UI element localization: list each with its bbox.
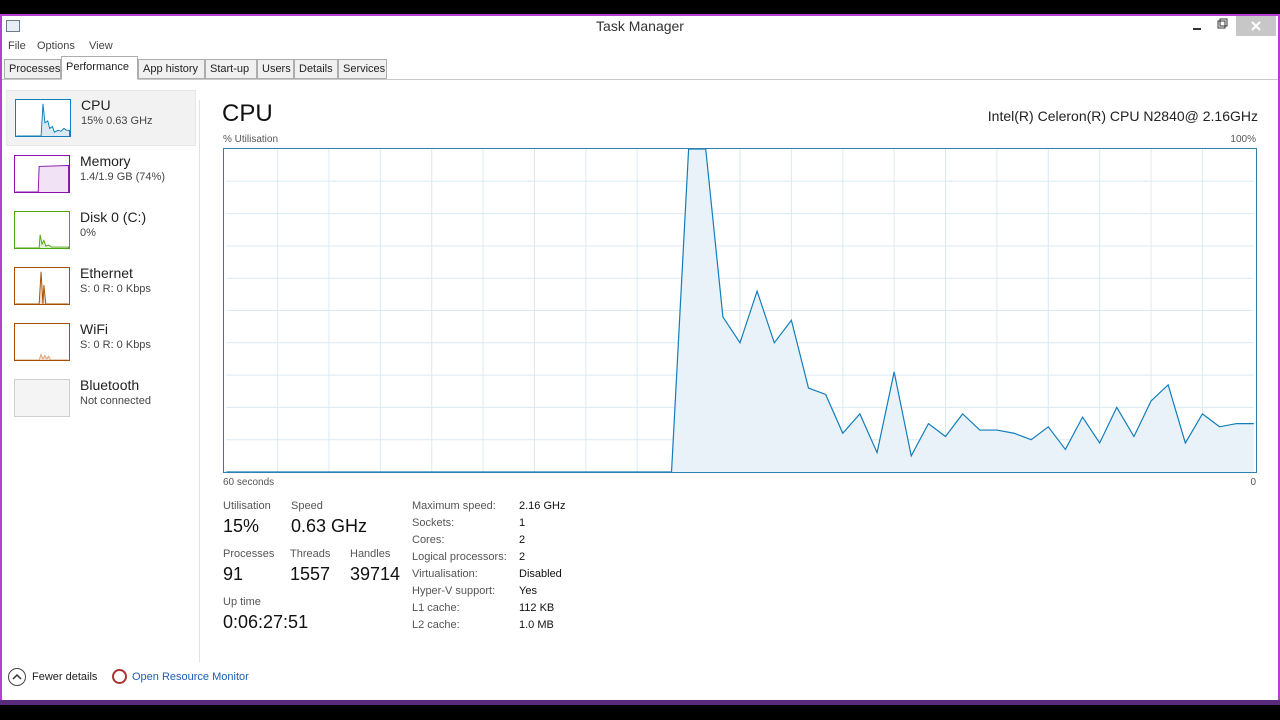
utilisation-value: 15%: [223, 516, 260, 536]
cpu-thumbnail: [15, 99, 71, 137]
tab-start-up[interactable]: Start-up: [205, 59, 257, 79]
graph-time-end-label: 0: [1250, 477, 1256, 488]
sidebar-disk-sub: 0%: [80, 227, 96, 239]
processes-value: 91: [223, 564, 244, 584]
tab-processes[interactable]: Processes: [4, 59, 61, 79]
sidebar-item-bluetooth[interactable]: Bluetooth Not connected: [6, 371, 196, 427]
spec-value: 2: [519, 551, 526, 563]
sidebar-ethernet-sub: S: 0 R: 0 Kbps: [80, 283, 151, 295]
spec-value: 2: [519, 534, 526, 546]
restore-icon: [1217, 18, 1228, 29]
window-title: Task Manager: [596, 18, 684, 34]
utilisation-max-label: 100%: [1230, 134, 1256, 145]
sidebar-memory-label: Memory: [80, 153, 131, 169]
minimize-button[interactable]: [1188, 16, 1208, 36]
sidebar-bluetooth-label: Bluetooth: [80, 377, 140, 393]
wifi-thumbnail: [14, 323, 70, 361]
threads-label: Threads: [290, 548, 331, 560]
spec-label: L1 cache:: [412, 602, 460, 614]
restore-button[interactable]: [1212, 16, 1232, 36]
tab-bar: Processes Performance App history Start-…: [2, 56, 1278, 80]
spec-label: Maximum speed:: [412, 500, 496, 512]
cpu-model: Intel(R) Celeron(R) CPU N2840@ 2.16GHz: [987, 108, 1258, 124]
tab-services[interactable]: Services: [338, 59, 387, 79]
handles-value: 39714: [350, 564, 401, 584]
sidebar-cpu-sub: 15% 0.63 GHz: [81, 115, 153, 127]
page-title: CPU: [222, 100, 273, 127]
spec-value: 1.0 MB: [519, 619, 554, 631]
close-button[interactable]: [1236, 16, 1276, 36]
spec-label: Logical processors:: [412, 551, 507, 563]
sidebar-bluetooth-sub: Not connected: [80, 395, 151, 407]
speed-label: Speed: [291, 500, 323, 512]
menu-bar: File Options View: [2, 38, 1278, 56]
sidebar-memory-sub: 1.4/1.9 GB (74%): [80, 171, 165, 183]
menu-file[interactable]: File: [8, 40, 26, 52]
taskbar: [0, 700, 1280, 720]
spec-label: Hyper-V support:: [412, 585, 496, 597]
sidebar-disk-label: Disk 0 (C:): [80, 209, 147, 225]
speed-value: 0.63 GHz: [291, 516, 368, 536]
sidebar-item-ethernet[interactable]: Ethernet S: 0 R: 0 Kbps: [6, 259, 196, 315]
sidebar-item-memory[interactable]: Memory 1.4/1.9 GB (74%): [6, 147, 196, 203]
threads-value: 1557: [290, 564, 331, 584]
sidebar-wifi-sub: S: 0 R: 0 Kbps: [80, 339, 151, 351]
spec-value: Yes: [519, 585, 537, 597]
tab-users[interactable]: Users: [257, 59, 294, 79]
sidebar-ethernet-label: Ethernet: [80, 265, 133, 281]
memory-thumbnail: [14, 155, 70, 193]
chevron-up-icon[interactable]: [8, 668, 26, 686]
tab-details[interactable]: Details: [294, 59, 338, 79]
taskbar-strip: [0, 700, 1280, 705]
cpu-utilisation-graph: [223, 148, 1257, 473]
sidebar-wifi-label: WiFi: [80, 321, 108, 337]
spec-value: Disabled: [519, 568, 562, 580]
spec-label: Virtualisation:: [412, 568, 478, 580]
tab-app-history[interactable]: App history: [138, 59, 205, 79]
processes-label: Processes: [223, 548, 275, 560]
close-icon: [1251, 21, 1261, 31]
fewer-details-link[interactable]: Fewer details: [32, 671, 97, 683]
spec-value: 112 KB: [519, 602, 555, 614]
sidebar-cpu-label: CPU: [81, 97, 111, 113]
handles-label: Handles: [350, 548, 391, 560]
ethernet-thumbnail: [14, 267, 70, 305]
menu-options[interactable]: Options: [37, 40, 75, 52]
uptime-value: 0:06:27:51: [223, 612, 309, 632]
spec-label: L2 cache:: [412, 619, 460, 631]
menu-view[interactable]: View: [89, 40, 113, 52]
spec-value: 2.16 GHz: [519, 500, 566, 512]
task-manager-window: Task Manager File Options View Processes…: [0, 14, 1280, 700]
panel-divider: [199, 100, 200, 662]
sidebar-item-wifi[interactable]: WiFi S: 0 R: 0 Kbps: [6, 315, 196, 371]
graph-time-span-label: 60 seconds: [223, 477, 275, 488]
utilisation-label: Utilisation: [223, 500, 271, 512]
footer: Fewer details Open Resource Monitor: [2, 662, 1278, 702]
spec-label: Cores:: [412, 534, 445, 546]
tab-performance[interactable]: Performance: [61, 56, 138, 80]
spec-value: 1: [519, 517, 526, 529]
minimize-icon: [1193, 28, 1201, 30]
uptime-label: Up time: [223, 596, 261, 608]
disk-thumbnail: [14, 211, 70, 249]
bluetooth-thumbnail: [14, 379, 70, 417]
spec-label: Sockets:: [412, 517, 455, 529]
resource-monitor-icon[interactable]: [112, 669, 127, 684]
title-bar[interactable]: Task Manager: [2, 16, 1278, 38]
utilisation-axis-label: % Utilisation: [223, 134, 279, 145]
sidebar-item-disk[interactable]: Disk 0 (C:) 0%: [6, 203, 196, 259]
sidebar-item-cpu[interactable]: CPU 15% 0.63 GHz: [6, 90, 196, 146]
open-resource-monitor-link[interactable]: Open Resource Monitor: [132, 671, 249, 683]
